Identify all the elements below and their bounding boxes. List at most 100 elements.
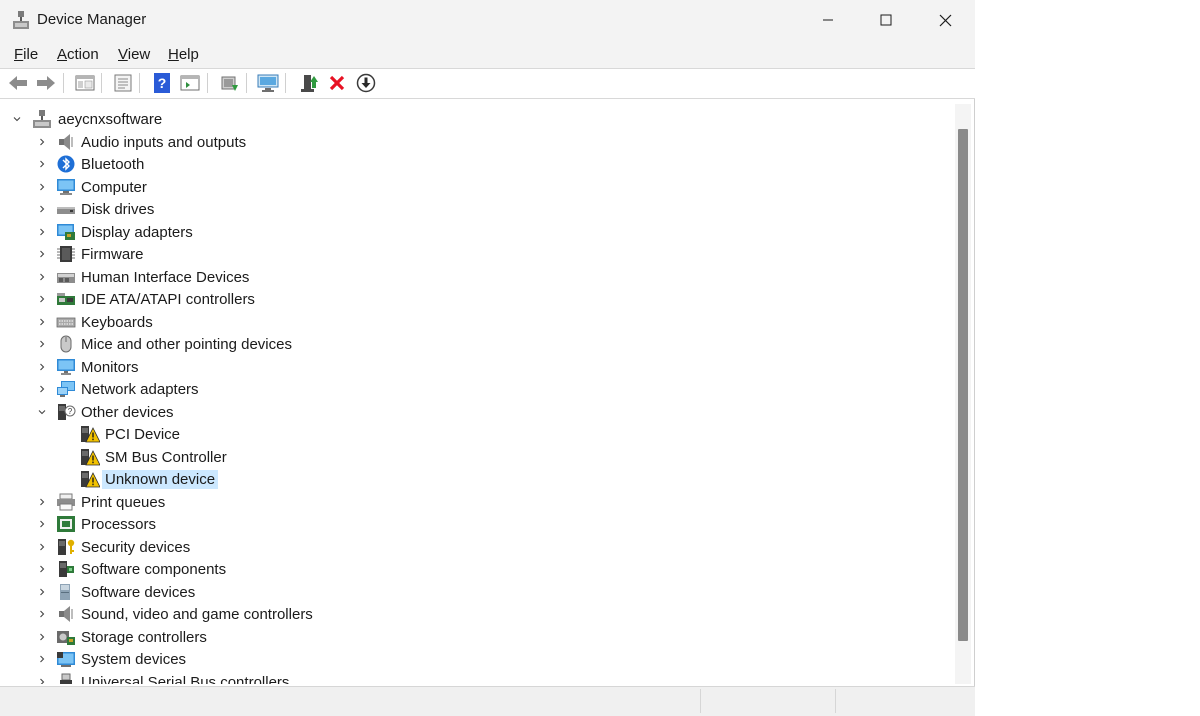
tree-category-label: Sound, video and game controllers — [81, 606, 313, 623]
software-component-icon — [59, 561, 74, 577]
chevron-right-icon[interactable] — [35, 585, 49, 599]
title-bar[interactable]: Device Manager — [0, 0, 975, 40]
tree-category[interactable]: System devices — [4, 648, 904, 670]
tree-root[interactable]: aeycnxsoftware — [4, 108, 904, 130]
chevron-down-icon[interactable] — [35, 405, 49, 419]
minimize-button[interactable] — [799, 0, 857, 40]
chevron-right-icon[interactable] — [35, 202, 49, 216]
tree-category[interactable]: Display adapters — [4, 221, 904, 243]
tree-category[interactable]: Mice and other pointing devices — [4, 333, 904, 355]
tree-category[interactable]: Security devices — [4, 536, 904, 558]
storage-controller-icon — [57, 630, 75, 645]
tree-category[interactable]: Software components — [4, 558, 904, 580]
menu-action[interactable]: Action — [57, 46, 99, 63]
chevron-right-icon[interactable] — [35, 337, 49, 351]
tree-category[interactable]: Disk drives — [4, 198, 904, 220]
chevron-right-icon[interactable] — [35, 382, 49, 396]
printer-icon — [57, 493, 75, 510]
tree-device-item[interactable]: Unknown device — [4, 468, 904, 490]
tree-category[interactable]: Network adapters — [4, 378, 904, 400]
chevron-right-icon[interactable] — [35, 247, 49, 261]
tree-root-label: aeycnxsoftware — [58, 111, 163, 128]
scrollbar-thumb[interactable] — [958, 129, 968, 641]
tree-category[interactable]: Bluetooth — [4, 153, 904, 175]
tree-category[interactable]: Storage controllers — [4, 626, 904, 648]
usb-icon — [60, 673, 72, 684]
maximize-icon — [880, 14, 892, 26]
disable-device-button[interactable] — [355, 72, 377, 94]
system-devices-icon — [57, 652, 75, 667]
tree-category[interactable]: Print queues — [4, 491, 904, 513]
chevron-right-icon[interactable] — [35, 652, 49, 666]
chevron-right-icon[interactable] — [35, 135, 49, 149]
status-cell-secondary — [700, 689, 836, 713]
chevron-right-icon[interactable] — [35, 517, 49, 531]
svg-text:?: ? — [68, 407, 73, 416]
chevron-right-icon[interactable] — [35, 540, 49, 554]
tree-category[interactable]: Firmware — [4, 243, 904, 265]
chevron-right-icon[interactable] — [35, 225, 49, 239]
tree-category[interactable]: Software devices — [4, 581, 904, 603]
chevron-right-icon[interactable] — [35, 630, 49, 644]
warning-device-icon — [81, 426, 100, 443]
chevron-right-icon[interactable] — [35, 315, 49, 329]
chevron-right-icon[interactable] — [35, 495, 49, 509]
chevron-right-icon[interactable] — [35, 360, 49, 374]
close-button[interactable] — [916, 0, 974, 40]
chevron-right-icon[interactable] — [35, 157, 49, 171]
tree-category-label: Print queues — [81, 493, 166, 511]
update-driver-button[interactable] — [218, 72, 240, 94]
forward-button[interactable] — [35, 72, 57, 94]
tree-category-label: Universal Serial Bus controllers — [81, 673, 290, 685]
tree-category[interactable]: Universal Serial Bus controllers — [4, 671, 904, 685]
security-device-icon — [58, 538, 75, 555]
action-pane-button[interactable] — [179, 72, 201, 94]
chevron-right-icon[interactable] — [35, 180, 49, 194]
tree-category[interactable]: Keyboards — [4, 311, 904, 333]
chevron-down-icon[interactable] — [10, 112, 24, 126]
tree-category[interactable]: IDE ATA/ATAPI controllers — [4, 288, 904, 310]
menu-view[interactable]: View — [118, 46, 150, 63]
tree-category[interactable]: Computer — [4, 176, 904, 198]
uninstall-x-icon — [329, 75, 345, 91]
vertical-scrollbar[interactable] — [955, 104, 971, 684]
uninstall-device-button[interactable] — [326, 72, 348, 94]
tree-category[interactable]: Human Interface Devices — [4, 266, 904, 288]
tree-category[interactable]: Monitors — [4, 356, 904, 378]
tree-category-label: Audio inputs and outputs — [81, 133, 247, 151]
svg-text:?: ? — [158, 75, 167, 91]
ide-controller-icon — [57, 293, 75, 305]
toolbar-separator — [285, 73, 286, 93]
tree-category[interactable]: Audio inputs and outputs — [4, 131, 904, 153]
device-tree[interactable]: aeycnxsoftware Audio inputs and outputs B… — [4, 104, 954, 684]
tree-category[interactable]: Processors — [4, 513, 904, 535]
firmware-chip-icon — [57, 246, 75, 262]
mouse-icon — [60, 335, 72, 353]
monitor-icon — [57, 358, 75, 375]
menu-bar: File Action View Help — [0, 40, 975, 69]
help-button[interactable]: ? — [151, 72, 173, 94]
tree-device-item[interactable]: SM Bus Controller — [4, 446, 904, 468]
scan-hardware-button[interactable] — [257, 72, 279, 94]
tree-category-label: Display adapters — [81, 223, 193, 241]
chevron-right-icon[interactable] — [35, 675, 49, 684]
chevron-right-icon[interactable] — [35, 270, 49, 284]
menu-help[interactable]: Help — [168, 46, 199, 63]
back-button[interactable] — [7, 72, 29, 94]
tree-category[interactable]: ? Other devices — [4, 401, 904, 423]
tree-category-label: System devices — [81, 651, 187, 668]
window-title: Device Manager — [37, 11, 147, 28]
properties-button[interactable] — [112, 72, 134, 94]
update-driver-icon — [221, 76, 238, 91]
minimize-icon — [823, 19, 833, 21]
menu-file[interactable]: File — [14, 46, 38, 63]
tree-category[interactable]: Sound, video and game controllers — [4, 603, 904, 625]
maximize-button[interactable] — [857, 0, 915, 40]
chevron-right-icon[interactable] — [35, 562, 49, 576]
tree-device-item-label: Unknown device — [102, 470, 219, 489]
chevron-right-icon[interactable] — [35, 292, 49, 306]
chevron-right-icon[interactable] — [35, 607, 49, 621]
tree-device-item[interactable]: PCI Device — [4, 423, 904, 445]
enable-device-button[interactable] — [298, 72, 320, 94]
show-hide-console-tree-button[interactable] — [74, 72, 96, 94]
